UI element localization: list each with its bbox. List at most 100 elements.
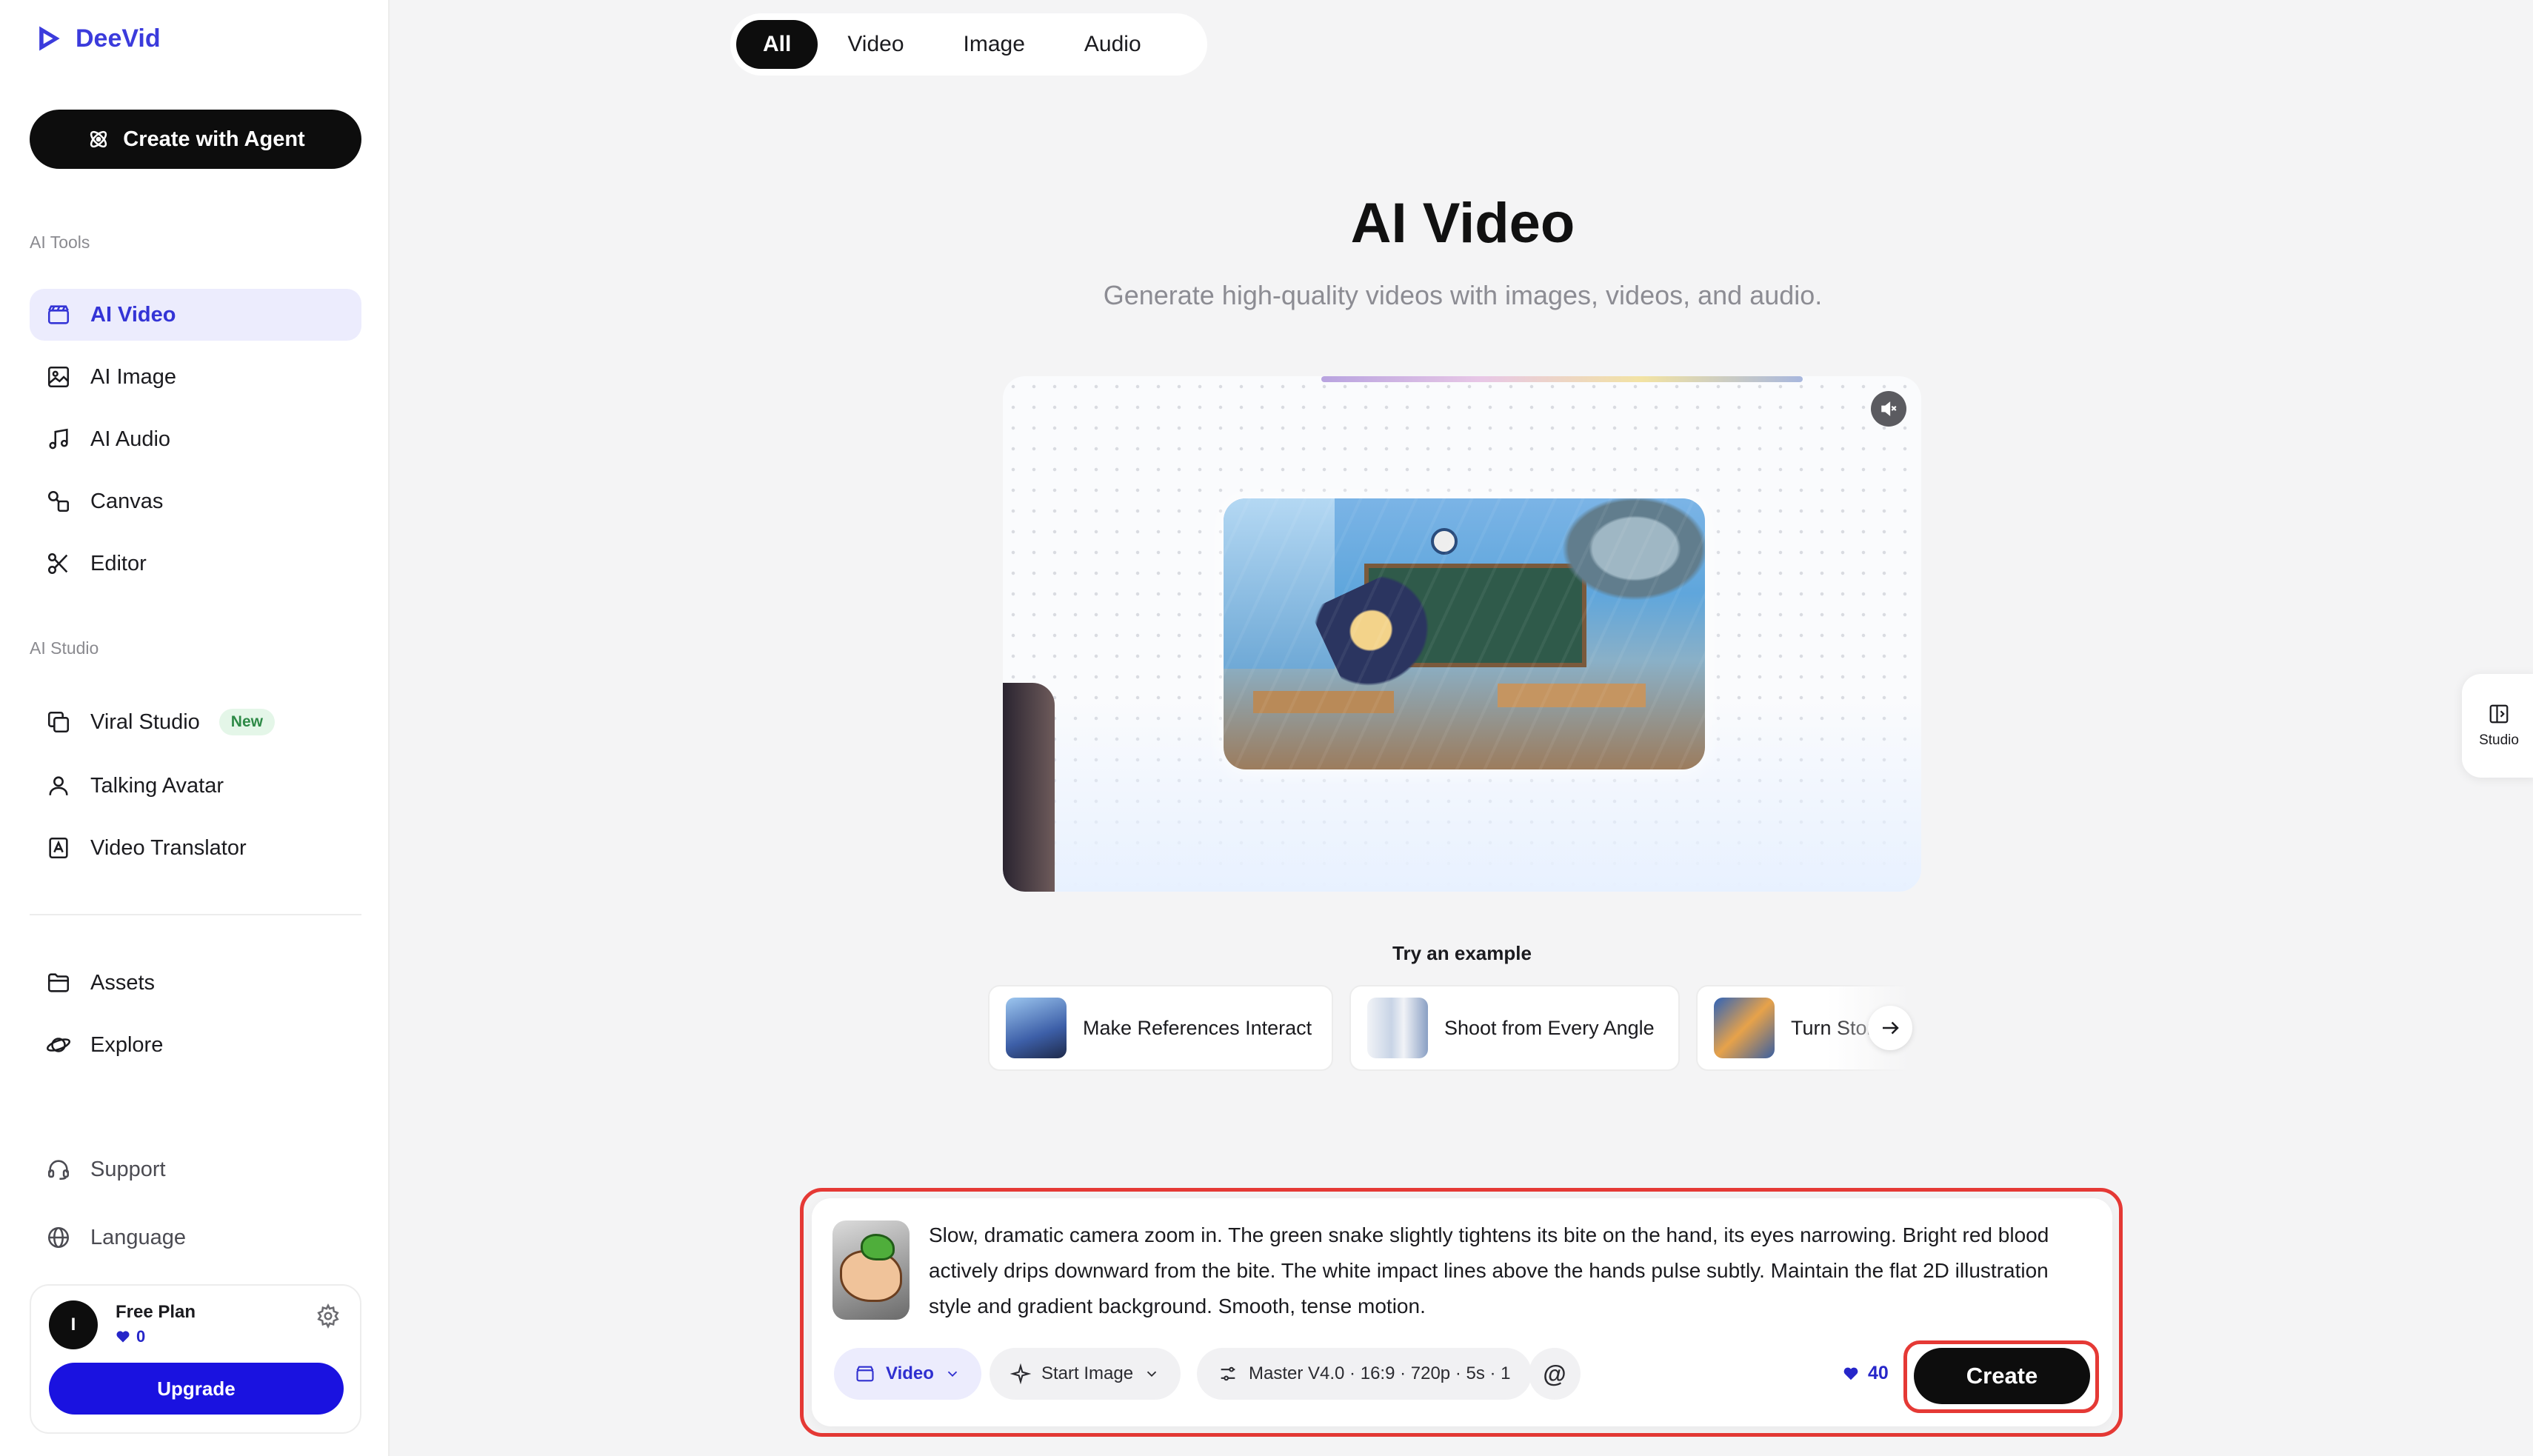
sidebar-item-ai-image[interactable]: AI Image: [30, 351, 361, 403]
try-example-label: Try an example: [1392, 942, 1532, 964]
planet-icon: [46, 1038, 71, 1052]
sidebar-item-support[interactable]: Support: [30, 1143, 361, 1195]
create-with-agent-label: Create with Agent: [123, 127, 305, 151]
sliders-icon: [1221, 1366, 1235, 1381]
sidebar-item-label: Explore: [90, 1032, 164, 1057]
sidebar-item-label: AI Video: [90, 302, 176, 327]
sidebar-item-ai-video[interactable]: AI Video: [30, 289, 361, 341]
start-image-label: Start Image: [1041, 1363, 1134, 1383]
chevron-down-icon: [1147, 1371, 1157, 1377]
sidebar-item-label: Viral Studio: [90, 709, 200, 734]
tab-image[interactable]: Image: [934, 20, 1055, 69]
sidebar-item-label: AI Image: [90, 364, 177, 389]
shapes-icon: [47, 490, 70, 512]
speaker-muted-icon: [1881, 401, 1897, 416]
credit-heart-icon: [116, 1331, 130, 1343]
page-title: AI Video: [1350, 192, 1575, 255]
sparkle-icon: [1010, 1363, 1031, 1384]
new-badge: New: [218, 709, 275, 735]
mute-button[interactable]: [1871, 391, 1906, 427]
globe-icon: [47, 1226, 70, 1249]
tab-all[interactable]: All: [736, 20, 818, 69]
clapperboard-icon: [47, 305, 70, 324]
sidebar-item-label: AI Audio: [90, 427, 171, 451]
sidebar-item-label: Talking Avatar: [90, 773, 224, 798]
ai-studio-label: AI Studio: [30, 638, 99, 658]
preview-top-strip: [1321, 376, 1803, 382]
sidebar-item-ai-audio[interactable]: AI Audio: [30, 413, 361, 465]
sidebar-item-language[interactable]: Language: [30, 1212, 361, 1263]
example-thumbnail: [1006, 998, 1067, 1058]
upgrade-button[interactable]: Upgrade: [49, 1363, 344, 1415]
sidebar: DeeVid Create with Agent AI Tools AI Vid…: [0, 0, 390, 1456]
credit-heart-icon: [1843, 1367, 1858, 1380]
page-subtitle: Generate high-quality videos with images…: [1103, 280, 1823, 310]
clapperboard-icon: [856, 1366, 874, 1382]
studio-panel-toggle[interactable]: Studio: [2462, 674, 2533, 778]
sidebar-item-explore[interactable]: Explore: [30, 1019, 361, 1071]
video-scene-motion-lines: [1224, 498, 1705, 769]
plan-credits-value: 0: [136, 1327, 146, 1346]
mode-select[interactable]: Video: [834, 1348, 981, 1400]
sidebar-item-video-translator[interactable]: Video Translator: [30, 822, 361, 874]
sidebar-item-talking-avatar[interactable]: Talking Avatar: [30, 760, 361, 812]
example-card[interactable]: Make References Interact: [988, 985, 1333, 1071]
content-type-tabs: All Video Image Audio: [730, 13, 1207, 76]
model-settings-label: Master V4.0 · 16:9 · 720p · 5s · 1: [1249, 1363, 1511, 1383]
preview-area: [1003, 376, 1921, 892]
example-label: Make References Interact: [1083, 1016, 1312, 1039]
mention-button[interactable]: @: [1529, 1348, 1581, 1400]
sidebar-item-label: Language: [90, 1225, 187, 1249]
sidebar-divider: [30, 914, 361, 915]
plan-credits: 0: [116, 1327, 145, 1346]
sidebar-item-label: Video Translator: [90, 835, 247, 860]
ai-tools-label: AI Tools: [30, 233, 90, 252]
headset-icon: [47, 1160, 70, 1181]
example-thumbnail: [1367, 998, 1428, 1058]
studio-toggle-label: Studio: [2479, 732, 2519, 748]
start-image-select[interactable]: Start Image: [989, 1348, 1181, 1400]
copy-icon: [47, 711, 70, 733]
music-note-icon: [49, 428, 68, 450]
example-card[interactable]: Shoot from Every Angle: [1349, 985, 1680, 1071]
credit-cost: 40: [1843, 1363, 1889, 1384]
logo[interactable]: DeeVid: [33, 22, 161, 55]
sample-video[interactable]: [1224, 498, 1705, 769]
avatar[interactable]: I: [49, 1300, 98, 1349]
gear-icon[interactable]: [316, 1303, 341, 1329]
model-settings-button[interactable]: Master V4.0 · 16:9 · 720p · 5s · 1: [1197, 1348, 1532, 1400]
examples-carousel: Make References Interact Shoot from Ever…: [988, 985, 1945, 1071]
sidebar-item-label: Support: [90, 1157, 166, 1181]
image-icon: [47, 366, 70, 388]
example-label: Shoot from Every Angle: [1444, 1016, 1655, 1039]
panel-icon: [2489, 704, 2509, 724]
mode-select-label: Video: [886, 1363, 934, 1383]
sidebar-item-canvas[interactable]: Canvas: [30, 475, 361, 527]
scissors-icon: [47, 552, 68, 575]
sidebar-item-label: Assets: [90, 970, 156, 995]
logo-text: DeeVid: [76, 24, 161, 53]
sidebar-item-label: Editor: [90, 551, 147, 575]
prompt-input[interactable]: Slow, dramatic camera zoom in. The green…: [929, 1218, 2084, 1324]
tab-audio[interactable]: Audio: [1055, 20, 1171, 69]
sidebar-item-editor[interactable]: Editor: [30, 538, 361, 590]
tab-video[interactable]: Video: [818, 20, 933, 69]
arrow-right-icon: [1883, 1021, 1899, 1035]
chevron-down-icon: [947, 1371, 958, 1377]
translate-icon: [49, 837, 68, 859]
user-icon: [49, 776, 68, 795]
sidebar-item-assets[interactable]: Assets: [30, 957, 361, 1009]
folder-icon: [47, 973, 70, 992]
start-image-thumbnail[interactable]: [832, 1220, 910, 1320]
plan-name: Free Plan: [116, 1302, 196, 1322]
deevid-logo-icon: [39, 26, 60, 51]
create-with-agent-button[interactable]: Create with Agent: [30, 110, 361, 169]
sidebar-item-viral-studio[interactable]: Viral Studio New: [30, 696, 361, 748]
credit-cost-value: 40: [1868, 1363, 1889, 1383]
sidebar-item-label: Canvas: [90, 489, 164, 513]
create-button[interactable]: Create: [1914, 1348, 2090, 1404]
plan-card: I Free Plan 0 Upgrade: [30, 1284, 361, 1434]
agent-icon: [90, 130, 107, 148]
carousel-next-button[interactable]: [1868, 1006, 1912, 1050]
example-thumbnail: [1714, 998, 1775, 1058]
